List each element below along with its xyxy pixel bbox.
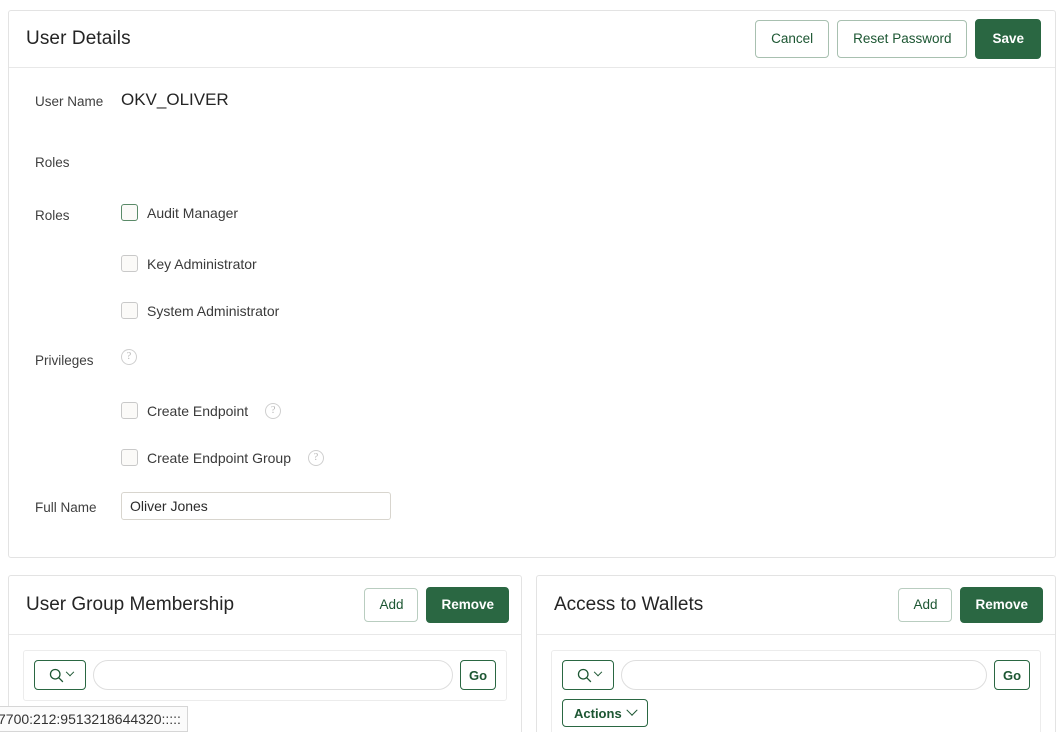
checkbox-create-endpoint-group[interactable] <box>121 449 138 466</box>
user-group-add-button[interactable]: Add <box>364 588 419 622</box>
access-to-wallets-actions: Add Remove <box>898 587 1043 623</box>
wallets-search-row: Go <box>562 660 1030 690</box>
user-details-card: User Details Cancel Reset Password Save … <box>8 10 1056 558</box>
role-row-system-administrator: System Administrator <box>9 302 1055 319</box>
user-group-go-button[interactable]: Go <box>460 660 496 690</box>
search-icon <box>49 668 63 682</box>
help-icon-privileges[interactable]: ? <box>121 349 137 365</box>
user-group-remove-button[interactable]: Remove <box>426 587 509 623</box>
save-button[interactable]: Save <box>975 19 1041 59</box>
chevron-down-icon <box>626 704 638 716</box>
wallets-remove-button[interactable]: Remove <box>960 587 1043 623</box>
privileges-label-spacer-2 <box>35 449 121 451</box>
access-to-wallets-header: Access to Wallets Add Remove <box>537 576 1055 635</box>
privileges-label-spacer <box>35 402 121 404</box>
role-row-audit-manager: Roles Audit Manager <box>9 204 1055 225</box>
role-row-key-administrator: Key Administrator <box>9 255 1055 272</box>
privileges-label: Privileges <box>35 353 94 368</box>
roles-section-label: Roles <box>35 155 70 170</box>
user-name-value: OKV_OLIVER <box>121 90 229 109</box>
user-group-search-row: Go <box>34 660 496 690</box>
user-group-membership-title: User Group Membership <box>26 594 235 615</box>
checkbox-label-create-endpoint-group: Create Endpoint Group <box>147 449 291 466</box>
checkbox-row-system-administrator[interactable]: System Administrator <box>121 302 279 319</box>
user-group-search-input[interactable] <box>93 660 453 690</box>
access-to-wallets-card: Access to Wallets Add Remove Go Actions <box>536 575 1056 732</box>
search-icon-button[interactable] <box>34 660 86 690</box>
roles-label: Roles <box>35 208 70 223</box>
user-group-membership-actions: Add Remove <box>364 587 509 623</box>
wallets-add-button[interactable]: Add <box>898 588 953 622</box>
checkbox-row-key-administrator[interactable]: Key Administrator <box>121 255 257 272</box>
wallets-actions-button[interactable]: Actions <box>562 699 648 727</box>
wallets-actions-label: Actions <box>574 705 622 721</box>
access-to-wallets-title: Access to Wallets <box>554 594 704 615</box>
wallets-search-icon-button[interactable] <box>562 660 614 690</box>
full-name-label: Full Name <box>35 500 97 515</box>
checkbox-label-system-administrator: System Administrator <box>147 302 280 319</box>
checkbox-label-audit-manager: Audit Manager <box>147 204 239 221</box>
user-name-label: User Name <box>35 94 104 109</box>
status-bar-link-preview: 7700:212:9513218644320::::: <box>0 706 188 732</box>
user-details-body: User Name OKV_OLIVER Roles Roles Audit M… <box>9 68 1055 520</box>
search-icon <box>577 668 591 682</box>
checkbox-row-create-endpoint-group[interactable]: Create Endpoint Group ? <box>121 449 324 466</box>
checkbox-row-audit-manager[interactable]: Audit Manager <box>121 204 238 221</box>
checkbox-label-key-administrator: Key Administrator <box>147 255 257 272</box>
checkbox-key-administrator[interactable] <box>121 255 138 272</box>
roles-section-row: Roles <box>9 151 1055 172</box>
user-group-membership-header: User Group Membership Add Remove <box>9 576 521 635</box>
user-name-row: User Name OKV_OLIVER <box>9 90 1055 111</box>
wallets-go-button[interactable]: Go <box>994 660 1030 690</box>
full-name-input[interactable] <box>121 492 391 520</box>
user-group-membership-body: Go <box>9 635 521 701</box>
cancel-button[interactable]: Cancel <box>755 20 830 58</box>
privilege-row-create-endpoint: Create Endpoint ? <box>9 402 1055 419</box>
page-title: User Details <box>26 28 131 49</box>
checkbox-label-create-endpoint: Create Endpoint <box>147 402 249 419</box>
wallets-search-region: Go Actions <box>551 650 1041 732</box>
privileges-row: Privileges ? <box>9 349 1055 370</box>
privilege-row-create-endpoint-group: Create Endpoint Group ? <box>9 449 1055 466</box>
roles-label-spacer <box>35 255 121 257</box>
checkbox-system-administrator[interactable] <box>121 302 138 319</box>
reset-password-button[interactable]: Reset Password <box>837 20 968 58</box>
chevron-down-icon <box>65 667 74 677</box>
roles-label-spacer-2 <box>35 302 121 304</box>
access-to-wallets-body: Go Actions <box>537 635 1055 732</box>
user-group-search-region: Go <box>23 650 507 701</box>
status-bar-text: 7700:212:9513218644320::::: <box>0 711 181 727</box>
chevron-down-icon <box>593 667 602 677</box>
help-icon-create-endpoint[interactable]: ? <box>265 402 282 419</box>
checkbox-create-endpoint[interactable] <box>121 402 138 419</box>
header-action-buttons: Cancel Reset Password Save <box>755 19 1041 59</box>
full-name-row: Full Name <box>9 492 1055 520</box>
checkbox-audit-manager[interactable] <box>121 204 138 221</box>
checkbox-row-create-endpoint[interactable]: Create Endpoint ? <box>121 402 282 419</box>
user-details-header: User Details Cancel Reset Password Save <box>9 11 1055 68</box>
wallets-search-input[interactable] <box>621 660 987 690</box>
help-icon-create-endpoint-group[interactable]: ? <box>307 449 324 466</box>
